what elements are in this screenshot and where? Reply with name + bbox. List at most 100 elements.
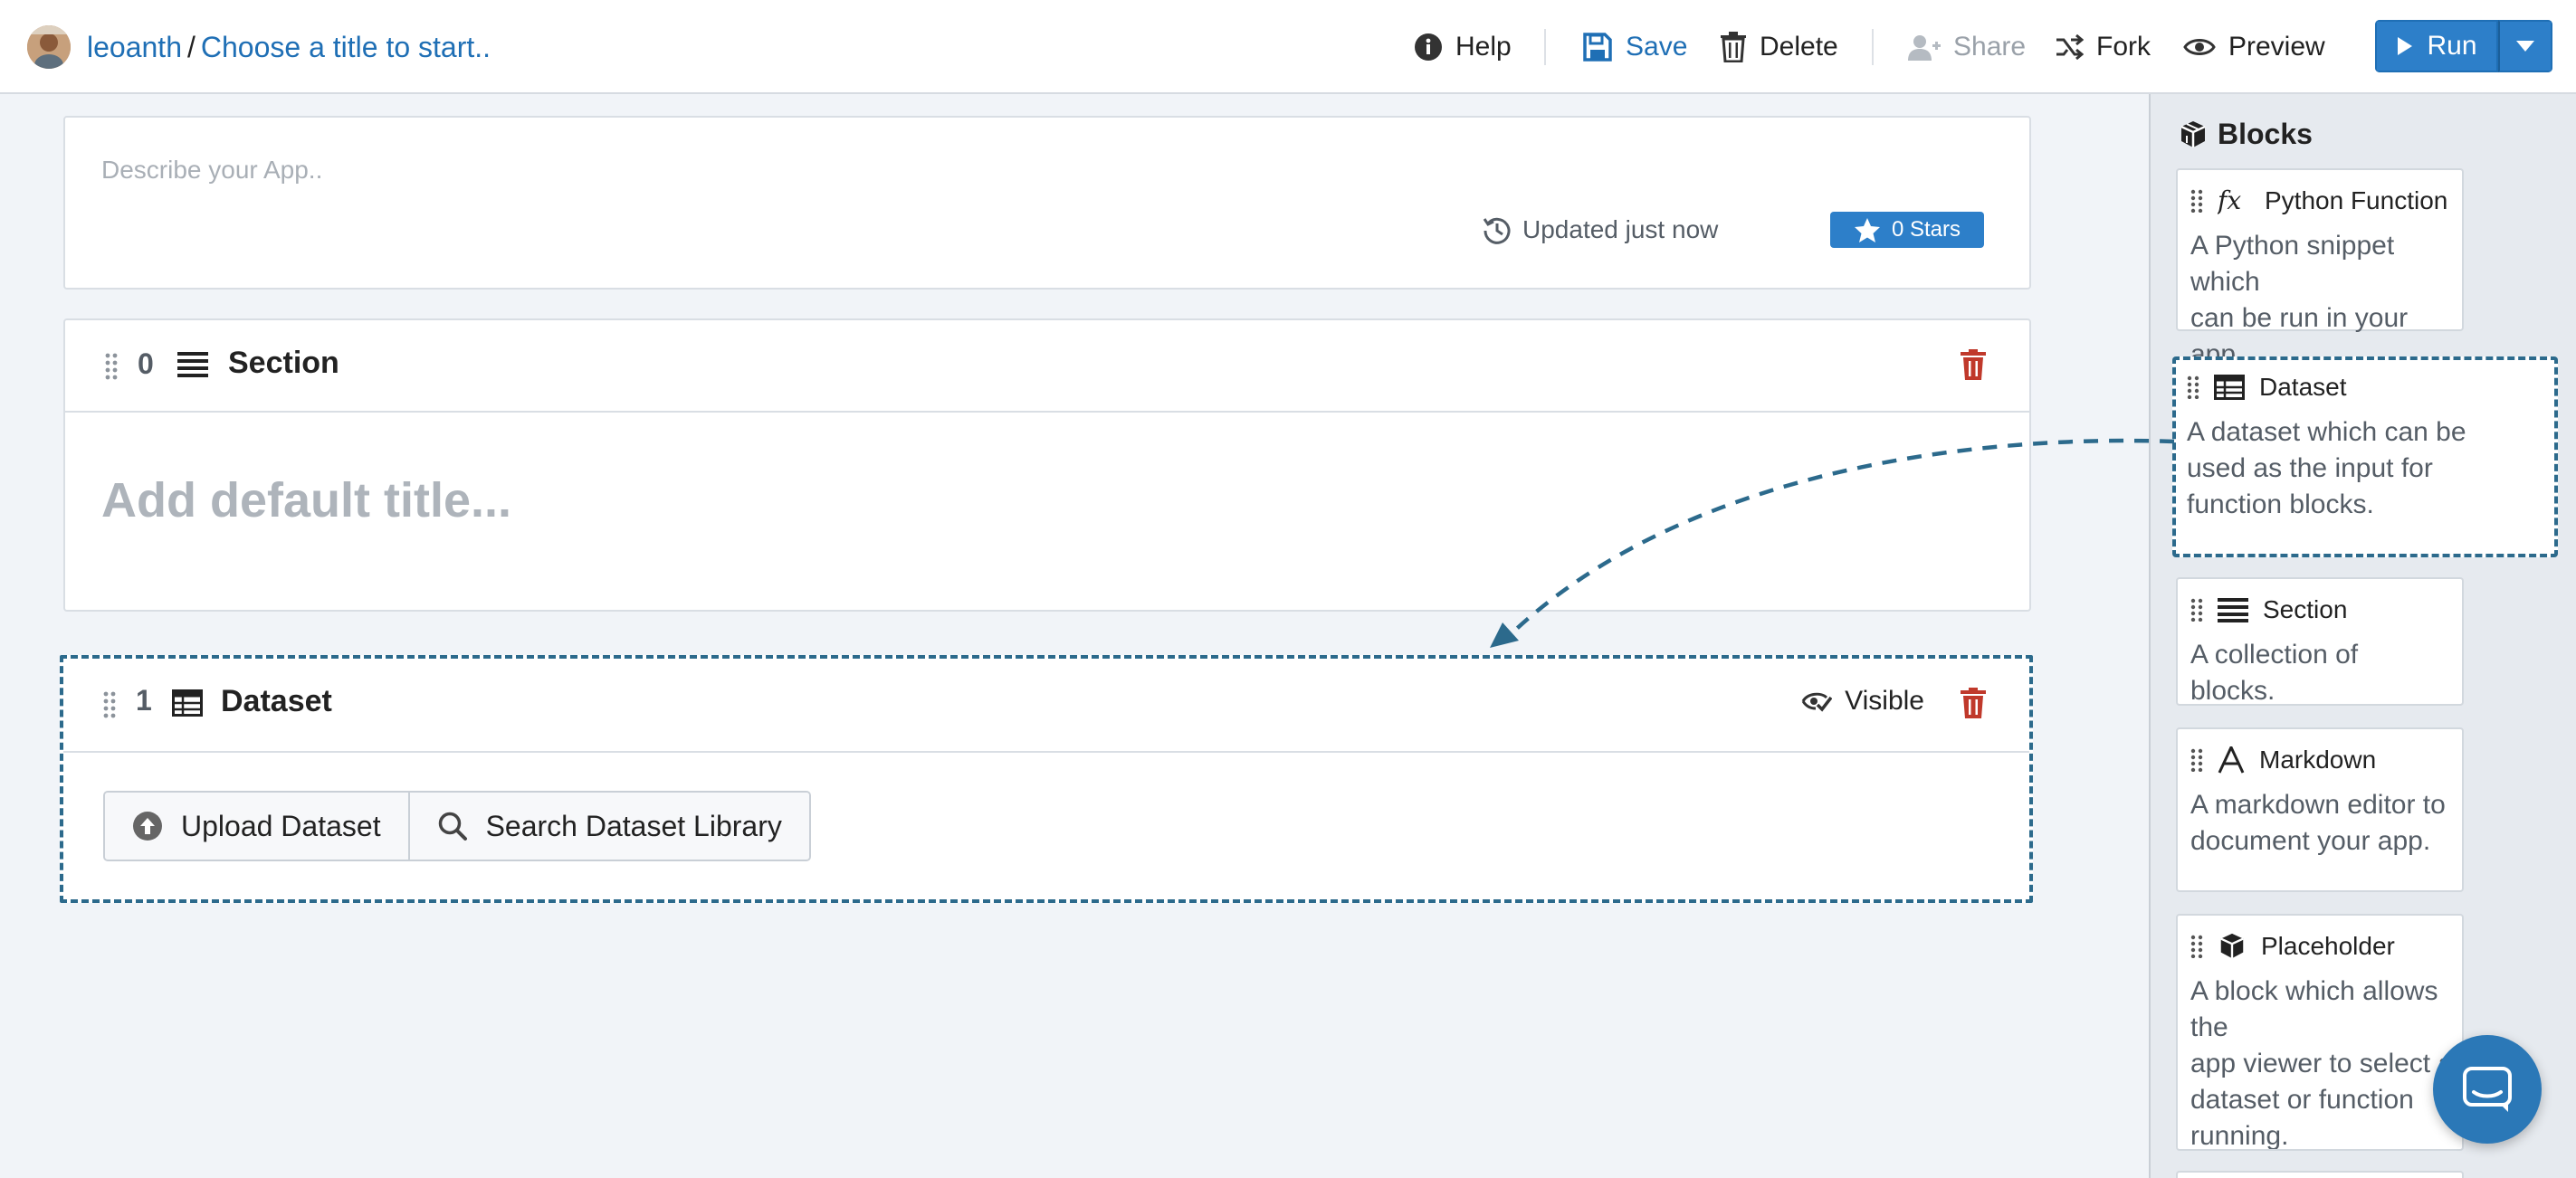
- list-icon: [177, 352, 208, 377]
- chat-widget-button[interactable]: [2433, 1035, 2542, 1144]
- visibility-toggle[interactable]: Visible: [1801, 686, 1924, 717]
- user-link[interactable]: leoanth: [87, 31, 182, 63]
- history-icon: [1483, 217, 1511, 244]
- font-icon: [2218, 746, 2245, 774]
- description-line: dataset or function: [2190, 1085, 2414, 1115]
- fork-label: Fork: [2096, 32, 2151, 62]
- drag-handle-icon[interactable]: [103, 691, 116, 718]
- block-type-section[interactable]: Section A collection of blocks.: [2176, 577, 2464, 706]
- function-icon: fx: [2218, 187, 2250, 214]
- table-icon: [172, 689, 203, 717]
- fork-button[interactable]: Fork: [2055, 25, 2151, 69]
- run-button-group: Run: [2375, 20, 2552, 72]
- block-title: Section: [228, 346, 339, 380]
- description-line: A collection of blocks.: [2190, 640, 2359, 706]
- save-icon: [1583, 33, 1612, 62]
- search-dataset-library-label: Search Dataset Library: [485, 809, 782, 842]
- save-label: Save: [1626, 32, 1688, 62]
- block-type-placeholder[interactable]: Placeholder A block which allows the app…: [2176, 914, 2464, 1151]
- description-line: A markdown editor to: [2190, 790, 2446, 820]
- description-line: document your app.: [2190, 826, 2431, 856]
- block-type-name: Python Function: [2265, 186, 2448, 214]
- breadcrumb-separator: /: [186, 31, 196, 63]
- block-type-description: A block which allows the app viewer to s…: [2190, 974, 2462, 1151]
- delete-block-icon[interactable]: [1961, 349, 1986, 380]
- dataset-block: 1 Dataset Visible Upload Dataset Search …: [60, 655, 2033, 903]
- help-label: Help: [1455, 32, 1512, 62]
- block-type-next[interactable]: [2176, 1171, 2464, 1178]
- drag-handle-icon: [2190, 935, 2203, 958]
- updated-label: Updated just now: [1522, 215, 1719, 243]
- block-type-name: Dataset: [2259, 373, 2347, 401]
- block-type-dataset[interactable]: Dataset A dataset which can be used as t…: [2172, 356, 2558, 557]
- drag-handle-icon: [2187, 375, 2199, 399]
- play-icon: [2398, 37, 2413, 55]
- app-description-input[interactable]: Describe your App..: [101, 156, 322, 185]
- description-line: function blocks.: [2187, 489, 2374, 519]
- block-type-markdown[interactable]: Markdown A markdown editor to document y…: [2176, 727, 2464, 892]
- fork-icon: [2056, 34, 2084, 60]
- search-dataset-library-button[interactable]: Search Dataset Library: [407, 793, 809, 860]
- share-label: Share: [1953, 32, 2027, 62]
- sidebar-title-label: Blocks: [2218, 118, 2313, 150]
- top-bar: leoanth / Choose a title to start.. Help S…: [0, 0, 2576, 94]
- share-button[interactable]: Share: [1908, 25, 2026, 69]
- eye-icon: [2183, 39, 2216, 55]
- toolbar-divider: [1544, 29, 1546, 65]
- block-type-header: Dataset: [2187, 373, 2347, 402]
- breadcrumb: leoanth / Choose a title to start..: [87, 27, 491, 67]
- block-type-header: Placeholder: [2190, 932, 2395, 961]
- chat-icon: [2463, 1067, 2512, 1112]
- eye-check-icon: [1801, 692, 1833, 712]
- stars-count: 0 Stars: [1891, 217, 1961, 242]
- delete-block-icon[interactable]: [1961, 688, 1986, 718]
- blocks-sidebar: Blocks fx Python Function A Python snipp…: [2149, 94, 2576, 1178]
- section-block-header: 0 Section: [65, 320, 2029, 413]
- block-type-description: A dataset which can be used as the input…: [2187, 414, 2542, 523]
- description-line: used as the input for: [2187, 453, 2433, 483]
- description-line: app viewer to select a: [2190, 1049, 2454, 1078]
- block-type-description: A collection of blocks.: [2190, 637, 2449, 709]
- visibility-label: Visible: [1845, 686, 1924, 716]
- block-index: 1: [136, 684, 152, 717]
- block-type-name: Section: [2263, 595, 2348, 623]
- block-index: 0: [138, 347, 154, 380]
- block-title: Dataset: [221, 684, 332, 718]
- save-button[interactable]: Save: [1582, 25, 1687, 69]
- delete-label: Delete: [1760, 32, 1838, 62]
- drag-handle-icon: [2190, 748, 2203, 772]
- app-title-link[interactable]: Choose a title to start..: [201, 31, 491, 63]
- drag-handle-icon: [2190, 598, 2203, 622]
- preview-button[interactable]: Preview: [2183, 25, 2325, 69]
- description-line: A dataset which can be: [2187, 417, 2466, 447]
- block-type-header: Markdown: [2190, 746, 2376, 774]
- svg-text:fx: fx: [2218, 187, 2241, 214]
- preview-label: Preview: [2228, 32, 2325, 62]
- info-icon: [1415, 33, 1442, 61]
- user-avatar[interactable]: [27, 25, 71, 69]
- cubes-icon: [2180, 120, 2206, 147]
- block-type-name: Placeholder: [2261, 932, 2395, 960]
- search-icon: [438, 812, 467, 841]
- block-type-python-function[interactable]: fx Python Function A Python snippet whic…: [2176, 168, 2464, 369]
- run-button[interactable]: Run: [2375, 20, 2498, 72]
- drag-handle-icon: [2190, 189, 2203, 213]
- upload-icon: [133, 812, 162, 841]
- updated-status: Updated just now: [1483, 215, 1718, 244]
- stars-button[interactable]: 0 Stars: [1830, 212, 1984, 248]
- dataset-block-header: 1 Dataset Visible: [63, 659, 2029, 753]
- description-line: running.: [2190, 1121, 2289, 1151]
- block-type-header: Section: [2190, 595, 2347, 624]
- run-label: Run: [2427, 31, 2477, 61]
- section-block: 0 Section Add default title...: [63, 318, 2031, 612]
- delete-button[interactable]: Delete: [1720, 25, 1838, 69]
- help-button[interactable]: Help: [1414, 25, 1512, 69]
- section-title-input[interactable]: Add default title...: [101, 472, 511, 528]
- block-type-description: A markdown editor to document your app.: [2190, 787, 2449, 860]
- block-type-header: fx Python Function: [2190, 186, 2447, 215]
- drag-handle-icon[interactable]: [105, 353, 118, 380]
- upload-dataset-button[interactable]: Upload Dataset: [105, 793, 408, 860]
- run-options-dropdown[interactable]: [2498, 20, 2552, 72]
- toolbar-divider: [1872, 29, 1874, 65]
- description-line: A block which allows the: [2190, 976, 2438, 1042]
